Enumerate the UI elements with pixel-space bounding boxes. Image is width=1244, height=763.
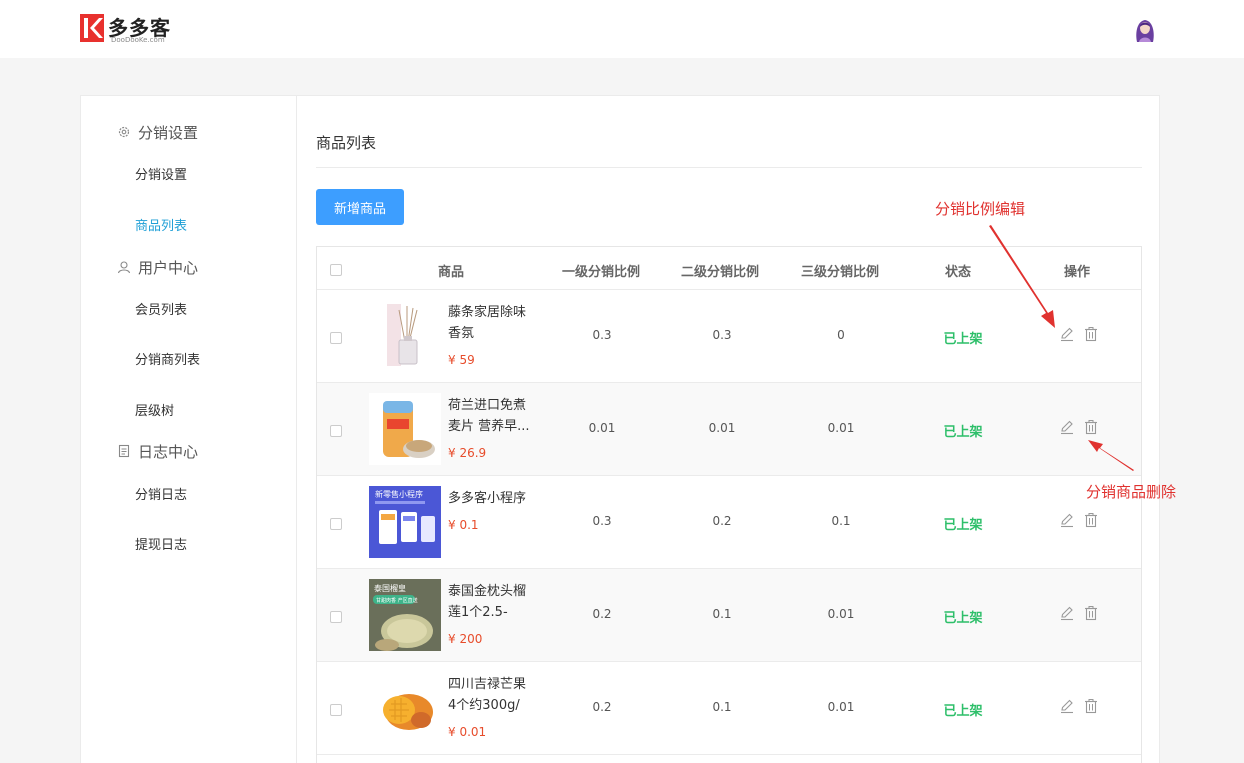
column-header-product: 商品 — [438, 265, 465, 280]
level1-ratio: 0.3 — [592, 514, 612, 528]
product-price: ¥ 200 — [448, 632, 483, 646]
status-badge: 已上架 — [943, 425, 983, 440]
delete-icon[interactable] — [1083, 605, 1099, 621]
product-price: ¥ 0.01 — [448, 725, 487, 739]
divider — [316, 167, 1142, 168]
edit-icon[interactable] — [1059, 698, 1075, 714]
level2-ratio: 0.3 — [712, 328, 732, 342]
product-image-oatmeal — [369, 393, 441, 465]
row-checkbox[interactable] — [330, 704, 342, 716]
level3-ratio: 0 — [837, 328, 845, 342]
sidebar-item-distribution-log[interactable]: 分销日志 — [135, 484, 187, 503]
product-name: 泰国金枕头榴莲1个2.5-3.... — [448, 584, 527, 620]
sidebar-group-label: 用户中心 — [138, 258, 199, 277]
delete-icon[interactable] — [1083, 698, 1099, 714]
sidebar-item-member-list[interactable]: 会员列表 — [135, 299, 187, 318]
sidebar-item-distribution-settings[interactable]: 分销设置 — [135, 164, 187, 183]
row-checkbox[interactable] — [330, 425, 342, 437]
add-product-button[interactable]: 新增商品 — [316, 189, 404, 225]
durian-tag: 甘甜肉香 产区直送 — [376, 597, 418, 604]
product-name: 藤条家居除味香氛 — [448, 305, 527, 341]
product-price: ¥ 0.1 — [448, 518, 479, 532]
edit-icon[interactable] — [1059, 512, 1075, 528]
table-row: 泰国榴皇 甘甜肉香 产区直送 泰国金枕头榴莲1个2.5-3.... ¥ 200 … — [317, 569, 1141, 662]
table-row: 新零售小程序 多多客小程序 ¥ 0.1 0.3 0.2 0.1 已上架 — [317, 476, 1141, 569]
product-image-reed-diffuser — [369, 300, 441, 372]
level3-ratio: 0.01 — [827, 421, 855, 435]
level2-ratio: 0.1 — [712, 700, 732, 714]
table-row: 荷兰进口免煮麦片 营养早... ¥ 26.9 0.01 0.01 0.01 已上… — [317, 383, 1141, 476]
sidebar-group-label: 日志中心 — [138, 442, 199, 461]
level1-ratio: 0.2 — [592, 607, 612, 621]
sidebar-group-label: 分销设置 — [138, 123, 199, 142]
sidebar-item-level-tree[interactable]: 层级树 — [135, 400, 174, 419]
delete-icon[interactable] — [1083, 419, 1099, 435]
level2-ratio: 0.01 — [708, 421, 736, 435]
product-name: 四川吉禄芒果4个约300g/个 — [448, 677, 527, 713]
edit-icon[interactable] — [1059, 605, 1075, 621]
product-name: 荷兰进口免煮麦片 营养早... — [448, 398, 530, 434]
column-header-level2: 二级分销比例 — [681, 265, 760, 280]
column-header-actions: 操作 — [1064, 265, 1091, 280]
status-badge: 已上架 — [943, 611, 983, 626]
user-icon — [117, 261, 131, 274]
gear-icon — [118, 126, 130, 138]
status-badge: 已上架 — [943, 518, 983, 533]
column-header-level3: 三级分销比例 — [801, 265, 880, 280]
delete-icon[interactable] — [1083, 512, 1099, 528]
level1-ratio: 0.3 — [592, 328, 612, 342]
table-row: 藤条家居除味香氛 ¥ 59 0.3 0.3 0 已上架 — [317, 290, 1141, 383]
column-header-status: 状态 — [945, 265, 972, 280]
sidebar-group-distribution: 分销设置 — [117, 121, 198, 143]
level3-ratio: 0.01 — [827, 607, 855, 621]
logo-subtext: DooDooKe.com — [111, 36, 165, 44]
table-row: 四川吉禄芒果4个约300g/个 ¥ 0.01 0.2 0.1 0.01 已上架 — [317, 662, 1141, 755]
product-image-mini-program: 新零售小程序 — [369, 486, 441, 558]
sidebar-group-log-center: 日志中心 — [117, 440, 198, 462]
level2-ratio: 0.2 — [712, 514, 732, 528]
product-name: 多多客小程序 — [448, 491, 527, 506]
sidebar-item-product-list[interactable]: 商品列表 — [135, 215, 187, 234]
level1-ratio: 0.01 — [588, 421, 616, 435]
sidebar: 分销设置 分销设置 商品列表 用户中心 会员列表 分销商列表 层级树 日志中心 … — [81, 96, 297, 763]
level3-ratio: 0.1 — [831, 514, 851, 528]
sidebar-item-distributor-list[interactable]: 分销商列表 — [135, 349, 200, 368]
sidebar-group-user-center: 用户中心 — [117, 256, 198, 278]
annotation-delete-note: 分销商品删除 — [1086, 483, 1177, 501]
level1-ratio: 0.2 — [592, 700, 612, 714]
product-image-mango — [369, 672, 441, 744]
row-checkbox[interactable] — [330, 611, 342, 623]
table-header: 商品 一级分销比例 二级分销比例 三级分销比例 状态 操作 — [317, 247, 1141, 290]
annotation-edit-note: 分销比例编辑 — [935, 200, 1026, 218]
product-image-durian: 泰国榴皇 甘甜肉香 产区直送 — [369, 579, 441, 651]
level3-ratio: 0.01 — [827, 700, 855, 714]
avatar[interactable] — [1131, 15, 1159, 43]
column-header-level1: 一级分销比例 — [562, 265, 641, 280]
page-title: 商品列表 — [316, 134, 377, 152]
level2-ratio: 0.1 — [712, 607, 732, 621]
durian-title: 泰国榴皇 — [374, 583, 406, 593]
status-badge: 已上架 — [943, 332, 983, 347]
select-all-checkbox[interactable] — [330, 264, 342, 276]
edit-icon[interactable] — [1059, 419, 1075, 435]
content-area: 商品列表 新增商品 商品 一级分销比例 二级分销比例 三级分销比例 状态 操作 — [316, 96, 1142, 763]
product-price: ¥ 59 — [448, 353, 475, 367]
logo-icon — [80, 14, 104, 42]
sidebar-item-withdraw-log[interactable]: 提现日志 — [135, 534, 187, 553]
row-checkbox[interactable] — [330, 332, 342, 344]
document-icon — [118, 444, 130, 458]
main-panel: 分销设置 分销设置 商品列表 用户中心 会员列表 分销商列表 层级树 日志中心 … — [80, 95, 1160, 763]
product-price: ¥ 26.9 — [448, 446, 487, 460]
edit-icon[interactable] — [1059, 326, 1075, 342]
row-checkbox[interactable] — [330, 518, 342, 530]
top-bar: 多多客 DooDooKe.com — [0, 0, 1244, 58]
mini-program-title: 新零售小程序 — [375, 489, 423, 499]
product-table: 商品 一级分销比例 二级分销比例 三级分销比例 状态 操作 藤条家居除味香氛 ¥… — [316, 246, 1142, 763]
delete-icon[interactable] — [1083, 326, 1099, 342]
status-badge: 已上架 — [943, 704, 983, 719]
